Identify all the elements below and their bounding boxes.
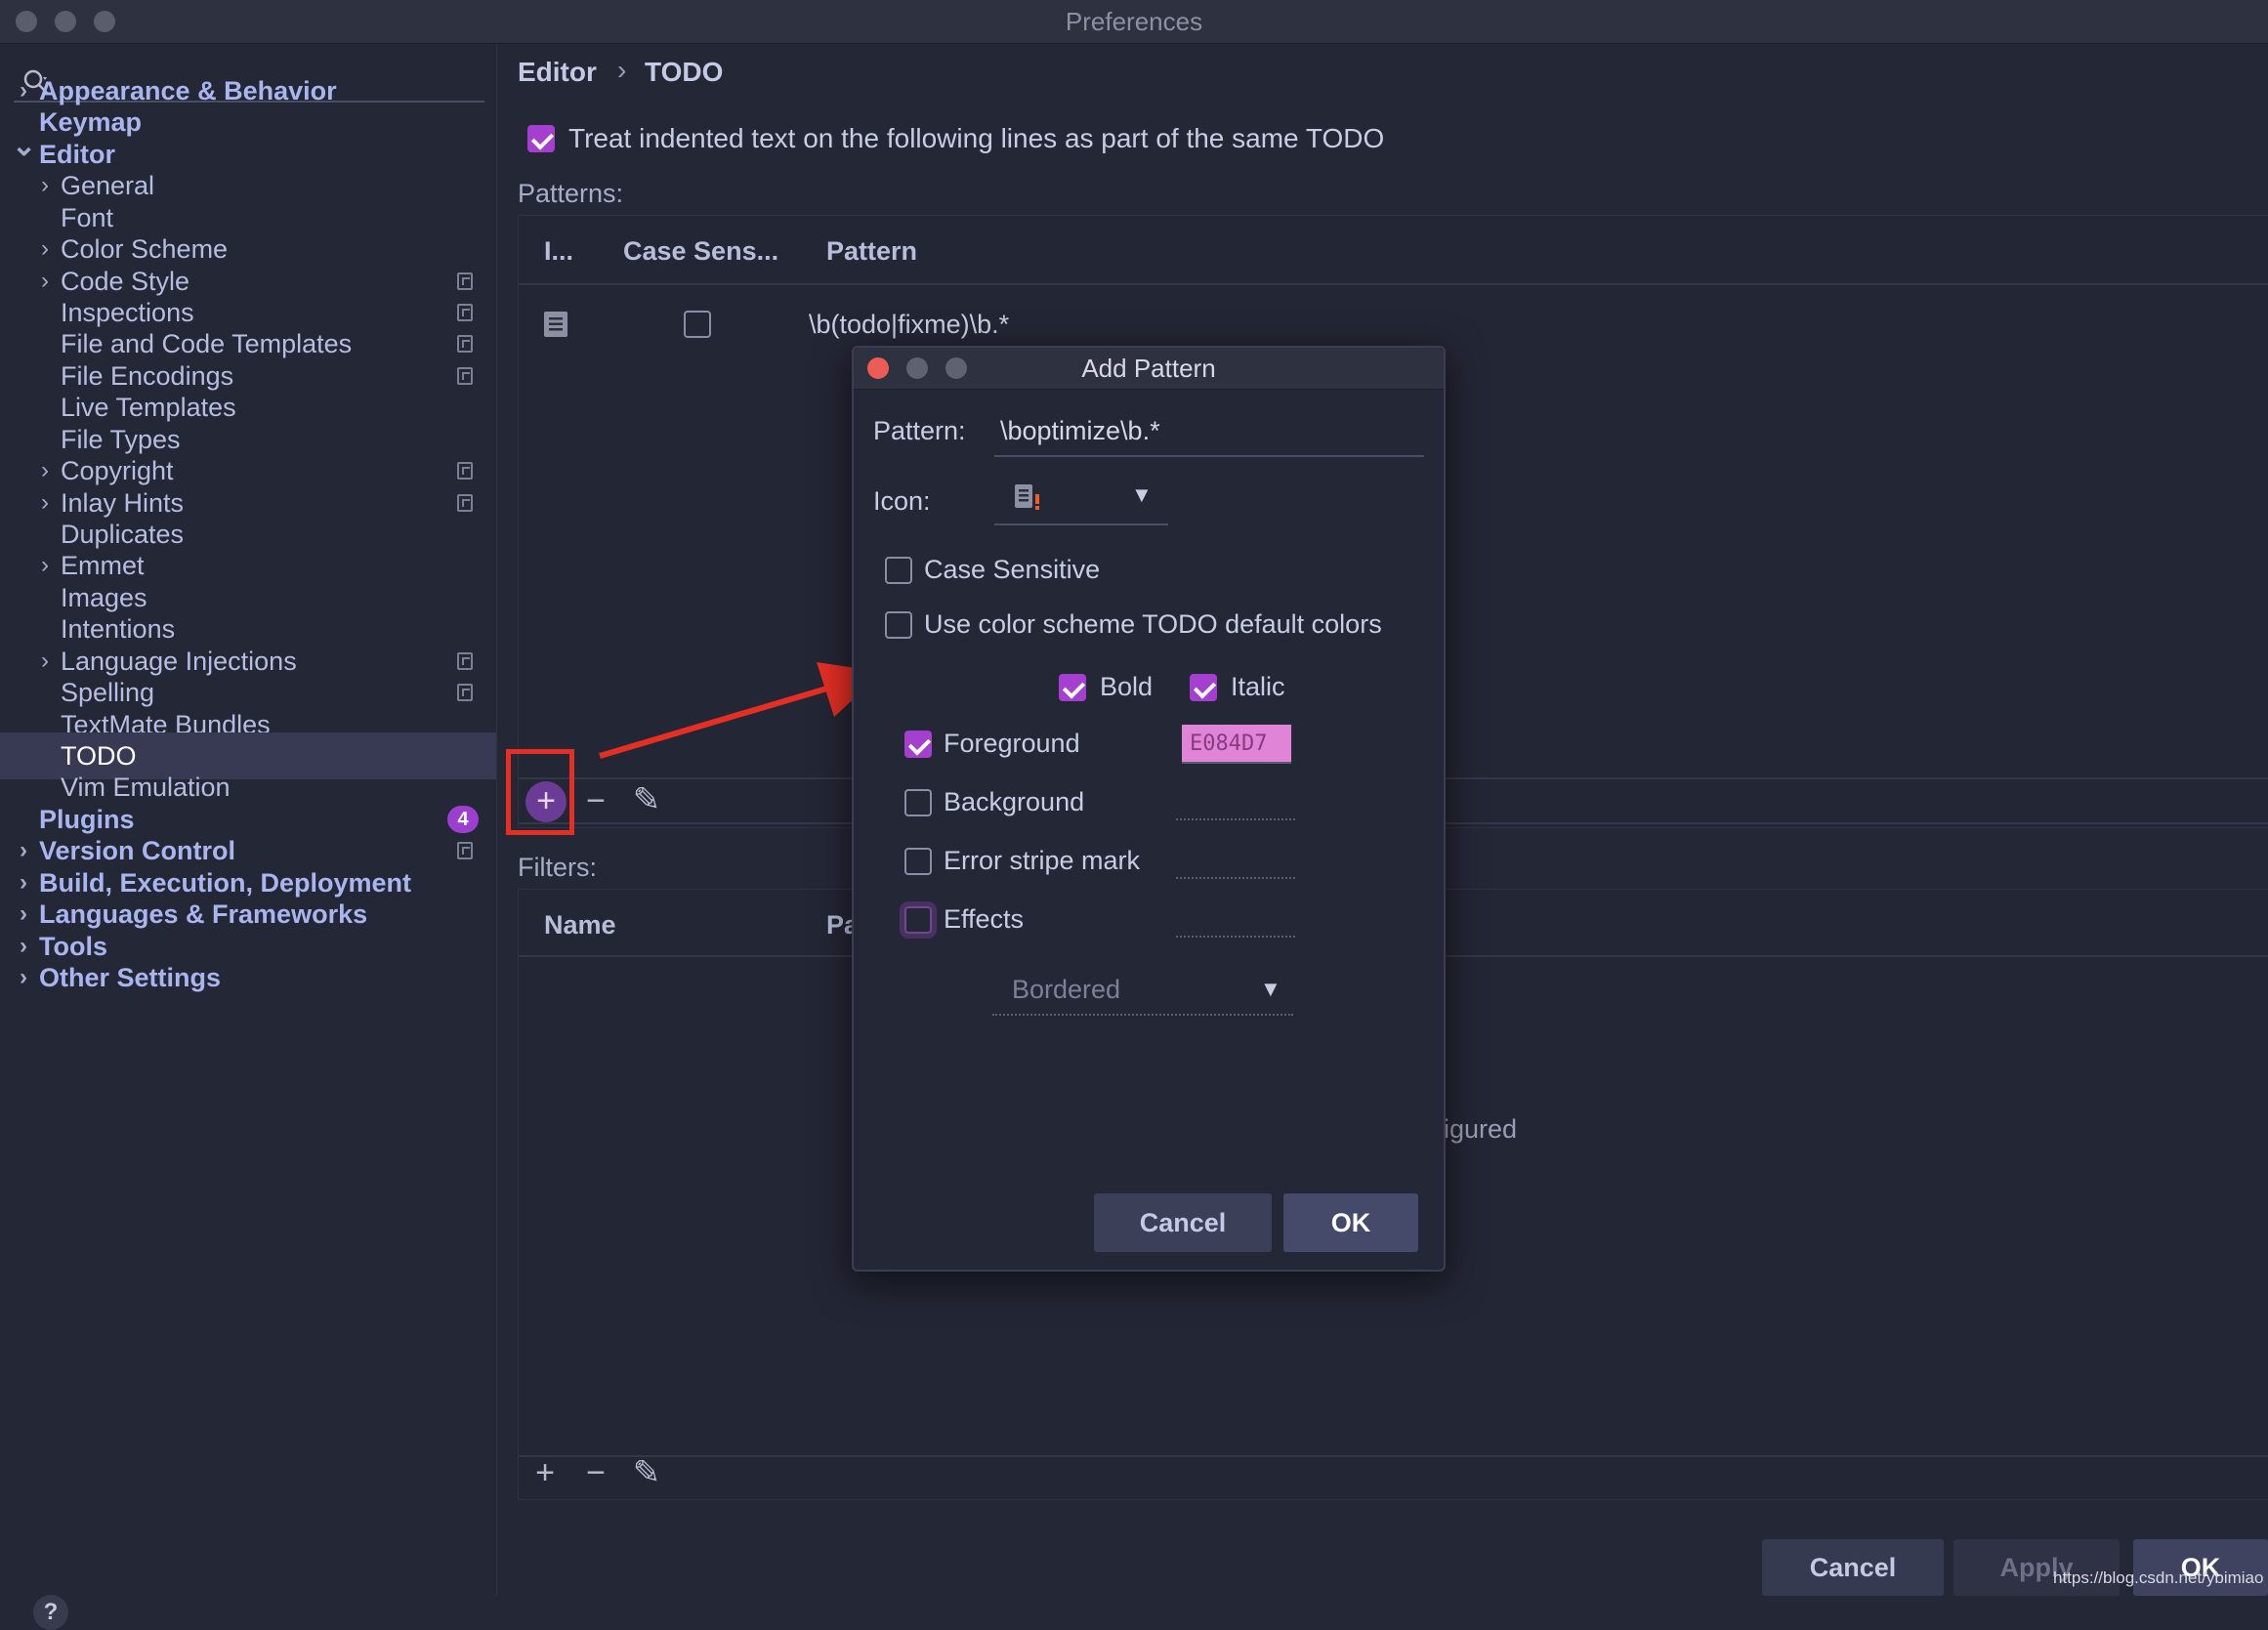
project-level-icon bbox=[457, 462, 473, 481]
pattern-cell: \b(todo|fixme)\b.* bbox=[809, 310, 1010, 339]
dialog-italic-label: Italic bbox=[1231, 672, 1285, 701]
patterns-column-pattern[interactable]: Pattern bbox=[826, 236, 917, 267]
watermark: https://blog.csdn.net/ybimiao bbox=[2053, 1568, 2264, 1587]
dialog-error-stripe-color-field[interactable] bbox=[1176, 838, 1295, 879]
breadcrumb-parent[interactable]: Editor bbox=[518, 57, 597, 88]
dialog-bold-checkbox[interactable] bbox=[1059, 674, 1086, 701]
todo-icon bbox=[544, 312, 567, 337]
preferences-cancel-button[interactable]: Cancel bbox=[1762, 1539, 1944, 1596]
dialog-icon-dropdown[interactable]: ▼ bbox=[994, 471, 1168, 525]
treat-indented-checkbox[interactable] bbox=[527, 125, 555, 152]
filters-empty-text: igured bbox=[1444, 1114, 1518, 1144]
dialog-cancel-button[interactable]: Cancel bbox=[1094, 1193, 1272, 1252]
sidebar-item-label: Other Settings bbox=[39, 963, 222, 993]
dialog-foreground-label: Foreground bbox=[944, 729, 1080, 758]
dialog-background-color-field[interactable] bbox=[1176, 779, 1295, 820]
dialog-pattern-input[interactable]: \boptimize\b.* bbox=[994, 406, 1424, 457]
patterns-column-case-sensitive[interactable]: Case Sens... bbox=[623, 236, 778, 267]
dialog-use-default-colors-label: Use color scheme TODO default colors bbox=[924, 609, 1382, 639]
dialog-foreground-color-value: E084D7 bbox=[1190, 731, 1268, 756]
project-level-icon bbox=[457, 493, 473, 512]
chevron-right-icon[interactable]: › bbox=[12, 954, 35, 1001]
case-sensitive-checkbox[interactable] bbox=[684, 311, 711, 338]
filters-label: Filters: bbox=[518, 853, 597, 882]
dialog-foreground-checkbox[interactable] bbox=[904, 731, 932, 758]
dialog-icon-label: Icon: bbox=[873, 486, 931, 516]
sidebar-item-other-settings[interactable]: › Other Settings bbox=[0, 954, 496, 1001]
chevron-down-icon: ▼ bbox=[1260, 977, 1281, 1001]
dialog-error-stripe-checkbox[interactable] bbox=[904, 848, 932, 875]
add-pattern-dialog: Add Pattern Pattern: \boptimize\b.* Icon… bbox=[852, 346, 1446, 1272]
dialog-titlebar: Add Pattern bbox=[854, 348, 1444, 390]
dialog-case-sensitive-checkbox[interactable] bbox=[885, 557, 912, 584]
add-filter-button[interactable]: + bbox=[527, 1455, 563, 1490]
dialog-effects-type-value: Bordered bbox=[1012, 975, 1121, 1004]
dialog-title: Add Pattern bbox=[1081, 354, 1216, 383]
window-title: Preferences bbox=[1065, 7, 1203, 36]
breadcrumb-current: TODO bbox=[645, 57, 724, 87]
dialog-effects-label: Effects bbox=[944, 904, 1025, 934]
dialog-pattern-label: Pattern: bbox=[873, 416, 966, 445]
treat-indented-label: Treat indented text on the following lin… bbox=[568, 123, 1385, 153]
dialog-background-label: Background bbox=[944, 787, 1085, 816]
dialog-foreground-color-field[interactable]: E084D7 bbox=[1182, 725, 1291, 764]
help-button[interactable]: ? bbox=[33, 1595, 68, 1630]
project-level-icon bbox=[457, 842, 473, 860]
todo-important-icon bbox=[1015, 484, 1039, 510]
dialog-pattern-value: \boptimize\b.* bbox=[1000, 416, 1160, 445]
project-level-icon bbox=[457, 684, 473, 702]
patterns-column-icon[interactable]: I... bbox=[544, 236, 573, 267]
project-level-icon bbox=[457, 366, 473, 385]
breadcrumb-separator: › bbox=[617, 55, 627, 85]
project-level-icon bbox=[457, 272, 473, 290]
settings-sidebar: › Appearance & Behavior Keymap ⌄ Editor › Gene… bbox=[0, 44, 497, 1630]
project-level-icon bbox=[457, 651, 473, 670]
dialog-effects-color-field[interactable] bbox=[1176, 897, 1295, 938]
project-level-icon bbox=[457, 335, 473, 354]
dialog-error-stripe-label: Error stripe mark bbox=[944, 846, 1141, 875]
annotation-highlight-box bbox=[506, 749, 574, 835]
dialog-effects-type-dropdown[interactable]: Bordered ▼ bbox=[992, 965, 1293, 1016]
dialog-bold-label: Bold bbox=[1100, 672, 1154, 701]
dialog-effects-checkbox[interactable] bbox=[904, 906, 932, 934]
edit-filter-button[interactable]: ✎ bbox=[629, 1455, 664, 1490]
dialog-ok-button[interactable]: OK bbox=[1283, 1193, 1418, 1252]
chevron-down-icon: ▼ bbox=[1131, 482, 1153, 507]
remove-filter-button[interactable]: − bbox=[578, 1455, 613, 1490]
dialog-italic-checkbox[interactable] bbox=[1190, 674, 1217, 701]
project-level-icon bbox=[457, 304, 473, 321]
dialog-background-checkbox[interactable] bbox=[904, 789, 932, 816]
dialog-case-sensitive-label: Case Sensitive bbox=[924, 555, 1101, 584]
dialog-use-default-colors-checkbox[interactable] bbox=[885, 611, 912, 639]
filters-column-name[interactable]: Name bbox=[544, 910, 616, 940]
window-titlebar: Preferences bbox=[0, 0, 2268, 44]
patterns-label: Patterns: bbox=[518, 179, 624, 208]
